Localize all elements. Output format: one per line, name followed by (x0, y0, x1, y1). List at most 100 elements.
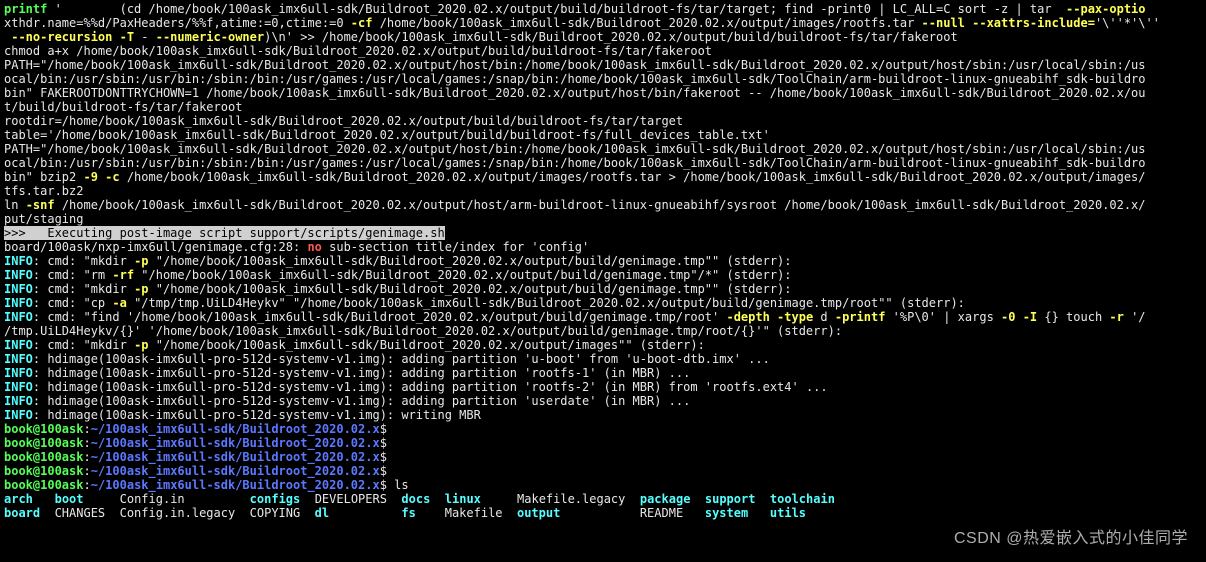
terminal-segment: DEVELOPERS (300, 492, 401, 506)
terminal-segment: output (517, 506, 560, 520)
terminal-segment: bin" FAKEROOTDONTTRYCHOWN=1 /home/book/1… (4, 86, 1146, 100)
terminal-segment: $ ls (380, 478, 409, 492)
terminal-segment: ocal/bin:/usr/sbin:/usr/bin:/sbin:/bin:/… (4, 156, 1146, 170)
terminal-segment: -p (134, 254, 148, 268)
terminal-segment: "/home/book/100ask_imx6ull-sdk/Buildroot… (149, 282, 792, 296)
terminal-segment: INFO (4, 408, 33, 422)
terminal-segment: $ (380, 436, 387, 450)
terminal-segment: /home/book/100ask_imx6ull-sdk/Buildroot_… (55, 198, 1146, 212)
terminal-segment: INFO (4, 352, 33, 366)
terminal-segment: : hdimage(100ask-imx6ull-pro-512d-system… (33, 380, 828, 394)
terminal-segment: '%P\0' | xargs (885, 310, 1001, 324)
terminal-segment: {} touch (1037, 310, 1109, 324)
terminal-segment: Makefile (416, 506, 517, 520)
terminal-segment: book@100ask (4, 436, 83, 450)
terminal-segment: Makefile.legacy (481, 492, 640, 506)
terminal-segment: "/home/book/100ask_imx6ull-sdk/Buildroot… (149, 254, 792, 268)
terminal-segment: -p (134, 338, 148, 352)
terminal-segment: "/home/book/100ask_imx6ull-sdk/Buildroot… (149, 338, 705, 352)
terminal-segment: /tmp.UiLD4Heykv/{}' '/home/book/100ask_i… (4, 324, 842, 338)
terminal-segment: INFO (4, 380, 33, 394)
terminal-segment: CHANGES Config.in.legacy COPYING (40, 506, 315, 520)
terminal-segment: PATH="/home/book/100ask_imx6ull-sdk/Buil… (4, 58, 1146, 72)
terminal-segment: --null --xattrs-include= (922, 16, 1095, 30)
terminal-segment: : hdimage(100ask-imx6ull-pro-512d-system… (33, 366, 690, 380)
terminal-segment: README (560, 506, 705, 520)
terminal-segment: -snf (26, 198, 55, 212)
terminal-segment: $ (380, 450, 387, 464)
terminal-segment: ~/100ask_imx6ull-sdk/Buildroot_2020.02.x (91, 450, 380, 464)
terminal-segment: --numeric-owner (156, 30, 264, 44)
terminal-segment (329, 506, 401, 520)
terminal-segment: board (4, 506, 40, 520)
terminal-segment: book@100ask (4, 450, 83, 464)
terminal-segment: : hdimage(100ask-imx6ull-pro-512d-system… (33, 408, 481, 422)
terminal-segment (445, 226, 1139, 240)
terminal-segment: toolchain (770, 492, 835, 506)
terminal-segment: : (83, 422, 90, 436)
terminal-segment: : (83, 464, 90, 478)
watermark-text: CSDN @热爱嵌入式的小佳同学 (954, 524, 1188, 548)
terminal-segment: put/staging (4, 212, 83, 226)
terminal-segment: Config.in (84, 492, 250, 506)
terminal-segment: linux (445, 492, 481, 506)
terminal-segment: docs (401, 492, 430, 506)
terminal-segment: : hdimage(100ask-imx6ull-pro-512d-system… (33, 352, 770, 366)
terminal-segment: book@100ask (4, 478, 83, 492)
terminal-segment: $ (380, 464, 387, 478)
terminal-segment (690, 492, 704, 506)
terminal-segment: dl (315, 506, 329, 520)
terminal-segment: INFO (4, 282, 33, 296)
terminal-segment: book@100ask (4, 422, 83, 436)
terminal-segment: ocal/bin:/usr/sbin:/usr/bin:/sbin:/bin:/… (4, 72, 1146, 86)
terminal-segment: ~/100ask_imx6ull-sdk/Buildroot_2020.02.x (91, 478, 380, 492)
terminal-segment: arch (4, 492, 33, 506)
terminal-segment: boot (55, 492, 84, 506)
terminal-segment: -cf (351, 16, 373, 30)
terminal-segment: t/build/buildroot-fs/tar/fakeroot (4, 100, 242, 114)
terminal-segment (755, 492, 769, 506)
terminal-segment: )\n' >> /home/book/100ask_imx6ull-sdk/Bu… (264, 30, 958, 44)
terminal-segment: : cmd: "mkdir (33, 282, 134, 296)
terminal-segment: ln (4, 198, 26, 212)
terminal-segment: -r (1109, 310, 1123, 324)
terminal-segment: INFO (4, 254, 33, 268)
terminal-segment: PATH="/home/book/100ask_imx6ull-sdk/Buil… (4, 142, 1146, 156)
terminal-segment: -a (112, 296, 126, 310)
terminal-segment: : (83, 436, 90, 450)
terminal-segment: "/tmp/tmp.UiLD4Heykv" "/home/book/100ask… (127, 296, 965, 310)
terminal-segment: tfs.tar.bz2 (4, 184, 83, 198)
terminal-segment: INFO (4, 268, 33, 282)
terminal-segment: INFO (4, 366, 33, 380)
terminal-segment: ~/100ask_imx6ull-sdk/Buildroot_2020.02.x (91, 464, 380, 478)
terminal-segment: : hdimage(100ask-imx6ull-pro-512d-system… (33, 394, 690, 408)
terminal-segment: board/100ask/nxp-imx6ull/genimage.cfg:28… (4, 240, 307, 254)
terminal-output[interactable]: printf ' (cd /home/book/100ask_imx6ull-s… (0, 0, 1206, 522)
terminal-segment: - (134, 30, 156, 44)
terminal-segment: printf (4, 2, 47, 16)
terminal-segment: sub-section title/index for 'config' (322, 240, 589, 254)
terminal-segment: INFO (4, 394, 33, 408)
terminal-segment: package (640, 492, 691, 506)
terminal-segment: support (705, 492, 756, 506)
terminal-segment: >>> Executing post-image script support/… (4, 226, 445, 240)
terminal-segment: INFO (4, 310, 33, 324)
terminal-segment: '/ (1124, 310, 1146, 324)
terminal-segment: : cmd: "mkdir (33, 254, 134, 268)
terminal-segment: ' (cd /home/book/100ask_imx6ull-sdk/Buil… (47, 2, 1066, 16)
terminal-segment: -p (134, 282, 148, 296)
terminal-segment: : cmd: "find '/home/book/100ask_imx6ull-… (33, 310, 727, 324)
terminal-segment: -rf (112, 268, 134, 282)
terminal-segment: '\''*'\'' (1095, 16, 1160, 30)
terminal-segment: utils (770, 506, 806, 520)
terminal-segment: table='/home/book/100ask_imx6ull-sdk/Bui… (4, 128, 770, 142)
terminal-segment: : cmd: "rm (33, 268, 112, 282)
terminal-segment: : cmd: "cp (33, 296, 112, 310)
terminal-segment: chmod a+x /home/book/100ask_imx6ull-sdk/… (4, 44, 712, 58)
terminal-segment: -printf (835, 310, 886, 324)
terminal-segment: -9 -c (83, 170, 119, 184)
terminal-segment: --no-recursion -T (4, 30, 134, 44)
terminal-segment: : (83, 450, 90, 464)
terminal-segment: : (83, 478, 90, 492)
terminal-segment: d (813, 310, 835, 324)
